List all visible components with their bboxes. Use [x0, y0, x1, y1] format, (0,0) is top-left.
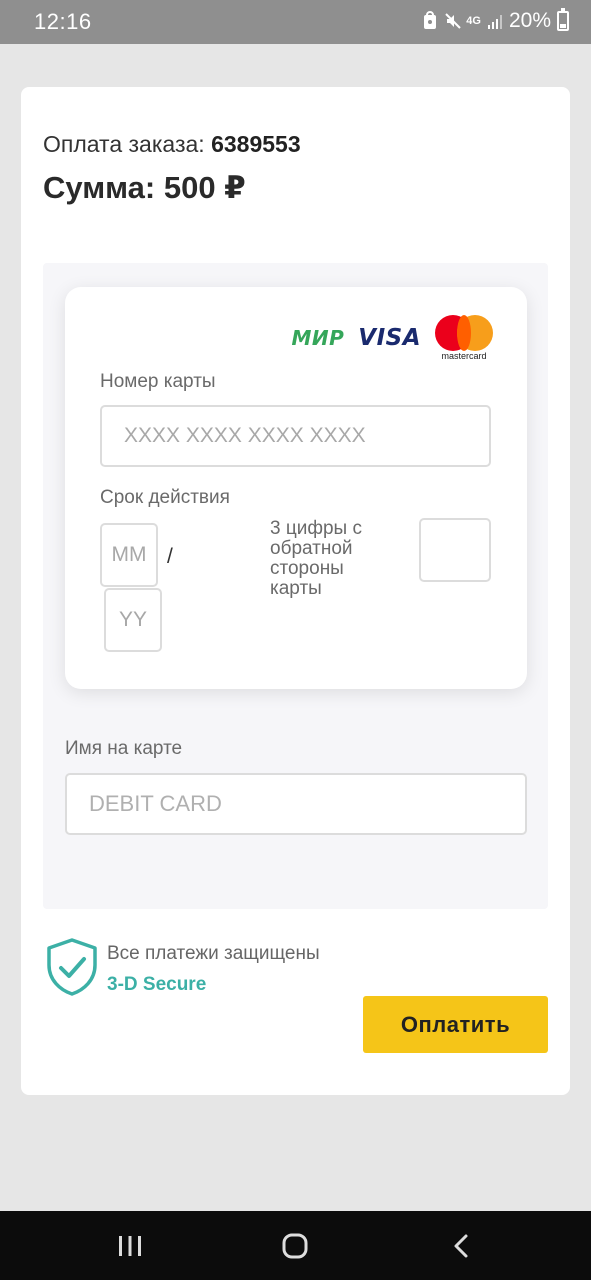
recent-apps-icon [119, 1236, 141, 1256]
signal-icon [487, 11, 503, 31]
mute-icon [444, 11, 461, 31]
cardholder-name-placeholder: DEBIT CARD [89, 791, 222, 816]
card-number-input[interactable]: XXXX XXXX XXXX XXXX [100, 405, 491, 467]
status-icons: 4G 20% [422, 8, 569, 33]
mastercard-logo: mastercard [435, 315, 493, 361]
expiry-month-placeholder: MM [111, 543, 147, 566]
home-button[interactable] [275, 1229, 315, 1263]
sim-lock-icon [422, 11, 438, 31]
expiry-month-input[interactable]: MM [100, 523, 158, 587]
card-panel: МИР VISA mastercard Номер карты XXXX XXX… [65, 287, 527, 689]
expiry-year-input[interactable]: YY [104, 588, 162, 652]
status-bar: 12:16 4G 20% [0, 0, 591, 44]
system-nav-bar [0, 1211, 591, 1280]
network-type: 4G [466, 15, 481, 27]
payment-sheet: Оплата заказа: 6389553 Сумма: 500 ₽ МИР … [21, 87, 570, 1095]
expiry-label: Срок действия [100, 487, 230, 508]
order-label: Оплата заказа: [43, 131, 205, 157]
pay-button[interactable]: Оплатить [363, 996, 548, 1053]
status-time: 12:16 [34, 9, 92, 34]
card-number-label: Номер карты [100, 371, 216, 392]
battery-icon [557, 8, 569, 31]
battery-percent: 20% [508, 9, 551, 32]
mastercard-wordmark: mastercard [441, 351, 487, 361]
cvc-label: 3 цифры с обратной стороны карты [270, 518, 362, 599]
back-button[interactable] [441, 1229, 481, 1263]
mir-logo: МИР [291, 326, 345, 350]
recent-apps-button[interactable] [110, 1229, 150, 1263]
cardholder-name-input[interactable]: DEBIT CARD [65, 773, 527, 835]
payment-form: МИР VISA mastercard Номер карты XXXX XXX… [43, 263, 548, 909]
visa-logo: VISA [358, 325, 421, 351]
order-number: 6389553 [211, 131, 301, 157]
card-logos: МИР VISA mastercard [291, 315, 493, 361]
cvc-input[interactable] [419, 518, 491, 582]
order-sum: Сумма: 500 ₽ [43, 170, 246, 205]
back-icon [454, 1234, 468, 1258]
card-number-placeholder: XXXX XXXX XXXX XXXX [124, 424, 366, 447]
home-icon [282, 1233, 308, 1259]
security-text: Все платежи защищены [107, 943, 320, 964]
order-title: Оплата заказа: 6389553 [43, 131, 301, 158]
3ds-badge: 3-D Secure [107, 974, 207, 995]
shield-check-icon [45, 937, 99, 997]
expiry-separator: / [167, 545, 173, 568]
expiry-year-placeholder: YY [118, 608, 147, 631]
cardholder-name-label: Имя на карте [65, 738, 183, 759]
